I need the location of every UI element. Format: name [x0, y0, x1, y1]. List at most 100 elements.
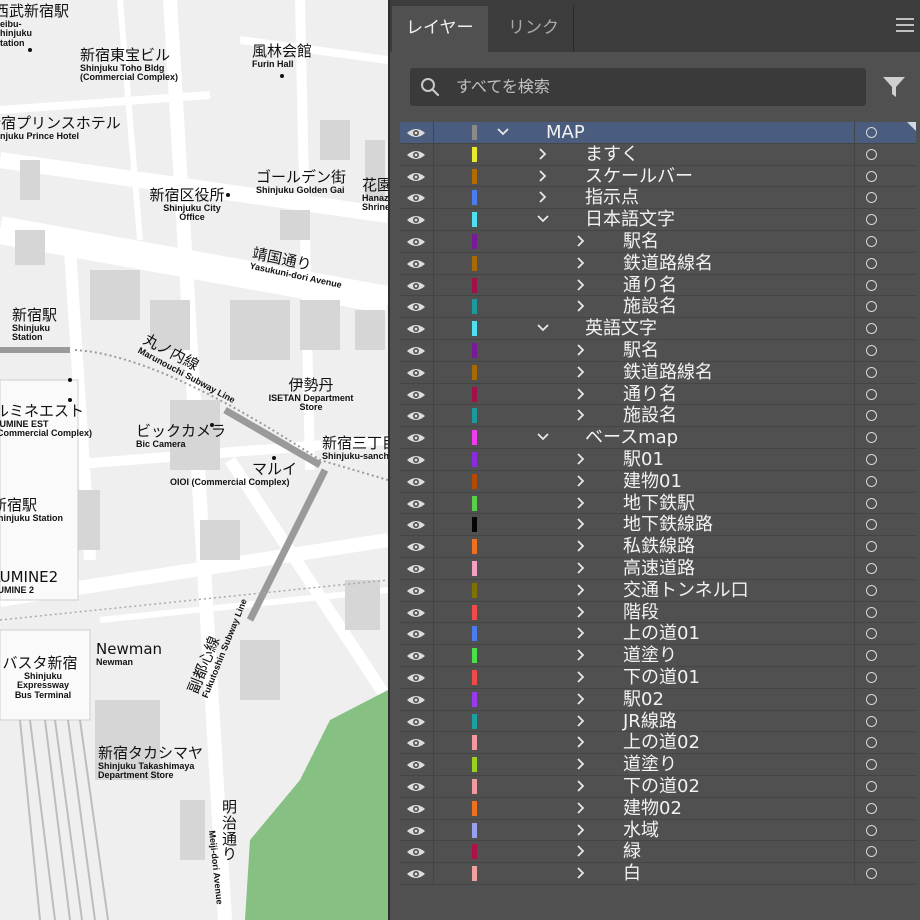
chevron-right-icon[interactable]	[574, 844, 588, 858]
chevron-right-icon[interactable]	[574, 714, 588, 728]
layer-name[interactable]: 緑	[623, 841, 641, 862]
visibility-eye-icon[interactable]	[406, 235, 426, 249]
visibility-eye-icon[interactable]	[406, 148, 426, 162]
chevron-right-icon[interactable]	[574, 823, 588, 837]
layer-row[interactable]: 上の道02	[400, 732, 916, 755]
layer-name[interactable]: 地下鉄線路	[623, 514, 713, 535]
target-circle-icon[interactable]	[866, 846, 877, 858]
layer-name[interactable]: MAP	[546, 122, 585, 143]
chevron-right-icon[interactable]	[574, 278, 588, 292]
visibility-eye-icon[interactable]	[406, 213, 426, 227]
chevron-right-icon[interactable]	[574, 365, 588, 379]
chevron-right-icon[interactable]	[574, 866, 588, 880]
visibility-eye-icon[interactable]	[406, 606, 426, 620]
chevron-right-icon[interactable]	[574, 234, 588, 248]
target-circle-icon[interactable]	[866, 257, 877, 269]
visibility-eye-icon[interactable]	[406, 693, 426, 707]
layer-name[interactable]: 地下鉄駅	[623, 493, 695, 514]
layer-name[interactable]: 白	[623, 863, 641, 884]
tab-layers[interactable]: レイヤー	[392, 6, 488, 52]
layer-row[interactable]: JR線路	[400, 710, 916, 733]
layer-name[interactable]: 英語文字	[585, 318, 657, 339]
layer-row[interactable]: 地下鉄線路	[400, 514, 916, 537]
layer-row[interactable]: 建物02	[400, 797, 916, 820]
layer-name[interactable]: 階段	[623, 602, 659, 623]
chevron-right-icon[interactable]	[574, 474, 588, 488]
target-circle-icon[interactable]	[866, 148, 877, 160]
target-circle-icon[interactable]	[866, 323, 877, 335]
layer-name[interactable]: 水域	[623, 820, 659, 841]
visibility-eye-icon[interactable]	[406, 802, 426, 816]
chevron-right-icon[interactable]	[574, 605, 588, 619]
layer-name[interactable]: スケールバー	[585, 166, 693, 187]
target-circle-icon[interactable]	[866, 432, 877, 444]
layer-row[interactable]: 鉄道路線名	[400, 252, 916, 275]
target-circle-icon[interactable]	[866, 868, 877, 880]
visibility-eye-icon[interactable]	[406, 497, 426, 511]
layer-row[interactable]: 建物01	[400, 470, 916, 493]
visibility-eye-icon[interactable]	[406, 584, 426, 598]
chevron-right-icon[interactable]	[574, 735, 588, 749]
target-circle-icon[interactable]	[866, 453, 877, 465]
target-circle-icon[interactable]	[866, 737, 877, 749]
chevron-right-icon[interactable]	[536, 147, 550, 161]
visibility-eye-icon[interactable]	[406, 649, 426, 663]
visibility-eye-icon[interactable]	[406, 409, 426, 423]
layer-row[interactable]: 施設名	[400, 296, 916, 319]
layer-name[interactable]: ますく	[585, 144, 639, 165]
chevron-right-icon[interactable]	[574, 299, 588, 313]
target-circle-icon[interactable]	[866, 780, 877, 792]
layer-name[interactable]: 私鉄線路	[623, 536, 695, 557]
target-circle-icon[interactable]	[866, 671, 877, 683]
layer-name[interactable]: 駅02	[623, 689, 664, 710]
layer-row[interactable]: 緑	[400, 841, 916, 864]
visibility-eye-icon[interactable]	[406, 475, 426, 489]
layer-name[interactable]: 交通トンネル口	[623, 580, 749, 601]
visibility-eye-icon[interactable]	[406, 671, 426, 685]
target-circle-icon[interactable]	[866, 562, 877, 574]
visibility-eye-icon[interactable]	[406, 562, 426, 576]
target-circle-icon[interactable]	[866, 170, 877, 182]
layer-name[interactable]: 施設名	[623, 296, 677, 317]
chevron-right-icon[interactable]	[536, 169, 550, 183]
layer-row[interactable]: MAP	[400, 122, 916, 144]
visibility-eye-icon[interactable]	[406, 453, 426, 467]
layer-name[interactable]: ベースmap	[585, 427, 678, 448]
chevron-down-icon[interactable]	[536, 321, 550, 335]
visibility-eye-icon[interactable]	[406, 300, 426, 314]
visibility-eye-icon[interactable]	[406, 758, 426, 772]
layer-name[interactable]: 道塗り	[623, 645, 677, 666]
chevron-down-icon[interactable]	[536, 212, 550, 226]
visibility-eye-icon[interactable]	[406, 322, 426, 336]
chevron-right-icon[interactable]	[574, 387, 588, 401]
target-circle-icon[interactable]	[866, 235, 877, 247]
chevron-down-icon[interactable]	[536, 430, 550, 444]
target-circle-icon[interactable]	[866, 759, 877, 771]
target-circle-icon[interactable]	[866, 127, 877, 138]
layer-row[interactable]: 英語文字	[400, 318, 916, 340]
visibility-eye-icon[interactable]	[406, 715, 426, 729]
layer-row[interactable]: 高速道路	[400, 557, 916, 580]
layer-name[interactable]: 鉄道路線名	[623, 362, 713, 383]
layer-name[interactable]: 高速道路	[623, 558, 695, 579]
visibility-eye-icon[interactable]	[406, 431, 426, 445]
layer-name[interactable]: 上の道01	[623, 623, 700, 644]
chevron-right-icon[interactable]	[574, 256, 588, 270]
visibility-eye-icon[interactable]	[406, 191, 426, 205]
layer-row[interactable]: 下の道01	[400, 666, 916, 689]
visibility-eye-icon[interactable]	[406, 867, 426, 881]
layer-name[interactable]: 駅名	[623, 340, 659, 361]
chevron-down-icon[interactable]	[496, 125, 510, 139]
visibility-eye-icon[interactable]	[406, 736, 426, 750]
target-circle-icon[interactable]	[866, 410, 877, 422]
target-circle-icon[interactable]	[866, 301, 877, 313]
visibility-eye-icon[interactable]	[406, 627, 426, 641]
target-circle-icon[interactable]	[866, 693, 877, 705]
target-circle-icon[interactable]	[866, 802, 877, 814]
layer-row[interactable]: 道塗り	[400, 754, 916, 776]
target-circle-icon[interactable]	[866, 628, 877, 640]
layer-row[interactable]: 駅名	[400, 230, 916, 253]
chevron-right-icon[interactable]	[574, 779, 588, 793]
visibility-eye-icon[interactable]	[406, 780, 426, 794]
layer-row[interactable]: 通り名	[400, 383, 916, 406]
